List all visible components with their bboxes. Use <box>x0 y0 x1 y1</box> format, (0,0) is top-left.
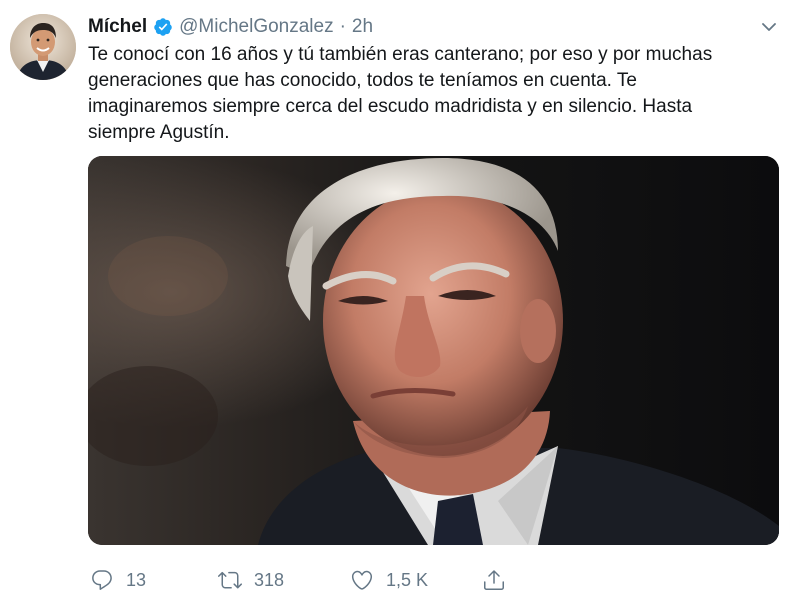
author-name[interactable]: Míchel <box>88 16 147 38</box>
action-bar: 13 318 1,5 K <box>88 566 792 594</box>
like-count: 1,5 K <box>386 569 429 590</box>
tweet: Míchel @MichelGonzalez · 2h Te conocí co… <box>0 0 792 606</box>
share-icon <box>484 570 504 590</box>
photo-portrait <box>88 156 779 545</box>
author-handle[interactable]: @MichelGonzalez <box>179 16 333 38</box>
tweet-header: Míchel @MichelGonzalez · 2h <box>88 14 752 40</box>
separator-dot: · <box>339 16 346 37</box>
tweet-text: Te conocí con 16 años y tú también eras … <box>88 42 778 146</box>
avatar-image <box>10 14 76 80</box>
heart-icon <box>351 570 373 590</box>
reply-button[interactable]: 13 <box>90 566 146 594</box>
chevron-down-icon[interactable] <box>760 18 778 36</box>
reply-count: 13 <box>126 569 147 590</box>
tweet-text-line: generaciones que has conocido, todos te … <box>88 70 637 91</box>
verified-badge-icon <box>154 18 172 36</box>
avatar[interactable] <box>10 14 76 80</box>
like-button[interactable]: 1,5 K <box>350 566 428 594</box>
tweet-photo[interactable] <box>88 156 779 545</box>
tweet-text-line: Te conocí con 16 años y tú también eras … <box>88 44 713 65</box>
reply-icon <box>92 570 112 590</box>
retweet-icon <box>218 571 242 589</box>
timestamp[interactable]: 2h <box>352 16 373 38</box>
share-button[interactable] <box>482 566 506 594</box>
tweet-text-line: imaginaremos siempre cerca del escudo ma… <box>88 96 693 117</box>
tweet-text-line: siempre Agustín. <box>88 122 230 143</box>
retweet-button[interactable]: 318 <box>218 566 284 594</box>
retweet-count: 318 <box>254 569 285 590</box>
